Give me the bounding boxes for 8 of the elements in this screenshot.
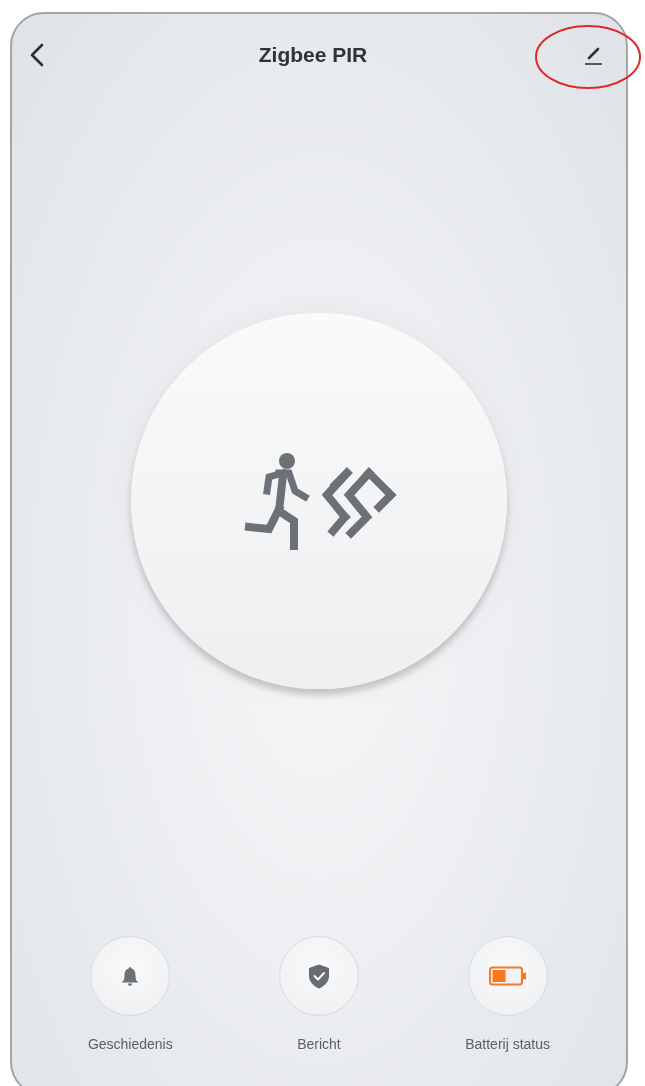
action-label: Geschiedenis — [87, 1036, 173, 1052]
bell-icon — [121, 966, 140, 986]
action-label: Bericht — [297, 1036, 341, 1052]
screen-title: Zigbee PIR — [258, 43, 368, 67]
shield-check-icon — [308, 963, 330, 989]
battery-icon — [488, 966, 527, 986]
back-icon — [30, 43, 44, 67]
action-label: Batterij status — [465, 1036, 551, 1052]
